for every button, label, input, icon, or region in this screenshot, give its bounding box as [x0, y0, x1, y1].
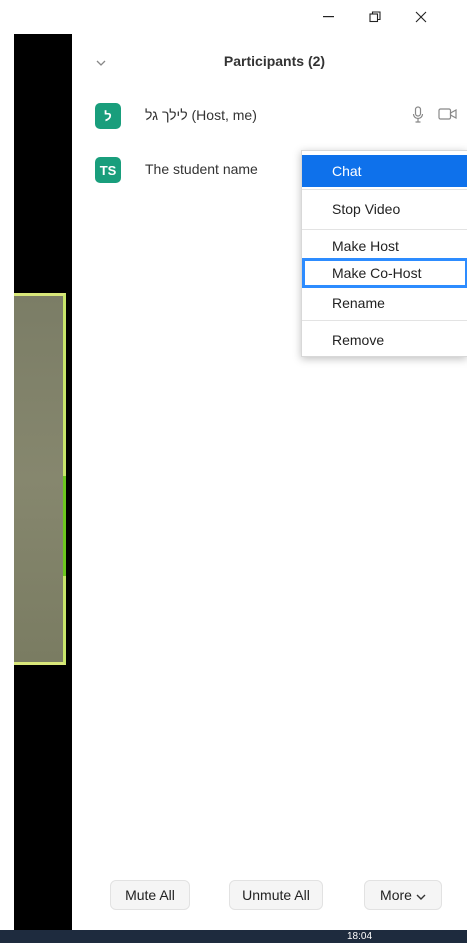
menu-item-remove[interactable]: Remove: [302, 326, 467, 354]
panel-header: Participants (2): [72, 34, 467, 90]
menu-item-chat[interactable]: Chat: [302, 155, 467, 187]
taskbar-clock[interactable]: 18:04: [347, 932, 372, 942]
menu-item-stop-video[interactable]: Stop Video: [302, 194, 467, 224]
menu-item-make-co-host[interactable]: Make Co-Host: [302, 258, 467, 288]
panel-title: Participants (2): [223, 53, 326, 69]
window-edge: [0, 0, 14, 930]
participant-row-host[interactable]: ל לילך גל (Host, me): [72, 103, 467, 139]
mute-all-label: Mute All: [125, 887, 175, 903]
menu-divider: [302, 229, 467, 230]
close-button[interactable]: [398, 0, 444, 34]
close-icon: [415, 11, 427, 23]
menu-divider: [302, 320, 467, 321]
avatar: TS: [95, 157, 121, 183]
minimize-icon: [323, 16, 334, 18]
title-bar: [72, 0, 467, 34]
menu-item-make-host[interactable]: Make Host: [302, 234, 467, 258]
participant-name: לילך גל (Host, me): [145, 107, 257, 123]
unmute-all-button[interactable]: Unmute All: [229, 880, 323, 910]
participant-name: The student name: [145, 161, 258, 177]
taskbar: 18:04: [0, 930, 467, 943]
participant-context-menu: Chat Stop Video Make Host Make Co-Host R…: [301, 150, 467, 357]
video-camera-icon[interactable]: [438, 107, 458, 126]
avatar: ל: [95, 103, 121, 129]
restore-button[interactable]: [352, 0, 398, 34]
mute-all-button[interactable]: Mute All: [110, 880, 190, 910]
minimize-button[interactable]: [306, 0, 352, 34]
menu-divider: [302, 189, 467, 190]
zoom-window: Participants (2) ל לילך גל (Host, me) TS…: [0, 0, 467, 943]
restore-icon: [369, 11, 381, 23]
microphone-icon[interactable]: [412, 106, 424, 129]
more-button[interactable]: More: [364, 880, 442, 910]
more-label: More: [380, 887, 412, 903]
menu-item-rename[interactable]: Rename: [302, 289, 467, 317]
unmute-all-label: Unmute All: [242, 887, 310, 903]
speaker-highlight-edge: [63, 476, 66, 576]
active-speaker-video-tile[interactable]: [14, 293, 66, 665]
chevron-down-icon: [416, 887, 426, 903]
